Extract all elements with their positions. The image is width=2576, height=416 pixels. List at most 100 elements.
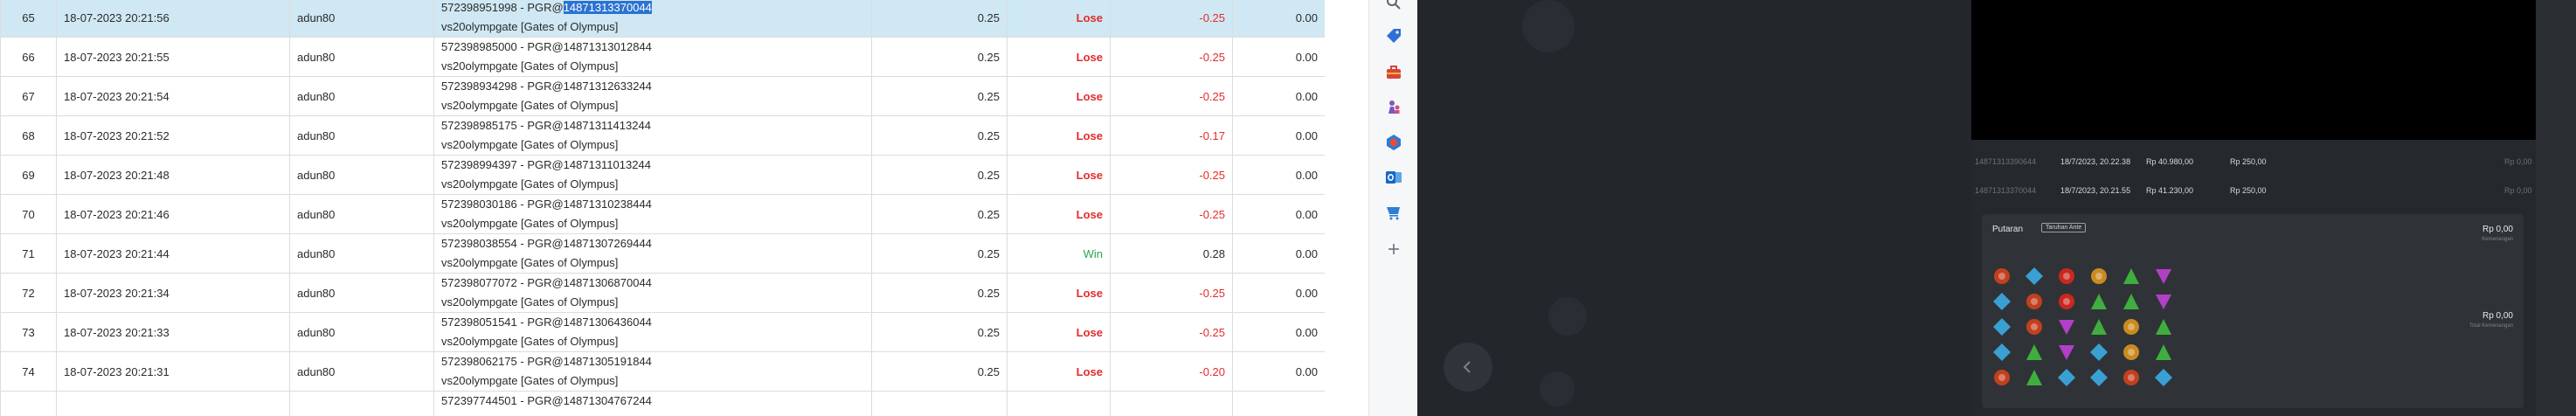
bet-id-line: 572398985175 - PGR@14871311413244 xyxy=(441,117,864,136)
browser-sidebar-toolbar xyxy=(1368,0,1418,416)
row-stake: 0.25 xyxy=(871,155,1008,195)
slot-symbol xyxy=(2154,317,2173,336)
slot-symbol xyxy=(2025,368,2044,387)
history-row[interactable]: 14871313390644 18/7/2023, 20.22.38 Rp 40… xyxy=(1971,149,2536,175)
slot-symbol xyxy=(1992,343,2012,362)
row-user: adun80 xyxy=(289,351,434,392)
row-user: adun80 xyxy=(289,155,434,195)
row-extra: 0.00 xyxy=(1232,351,1325,392)
table-row[interactable]: 73 18-07-2023 20:21:33 adun80 572398051541 … xyxy=(0,312,1325,352)
table-row[interactable]: 71 18-07-2023 20:21:44 adun80 572398038554 … xyxy=(0,233,1325,274)
game-name: vs20olympgate [Gates of Olympus] xyxy=(441,256,619,269)
slot-symbol xyxy=(2122,343,2141,362)
row-result: Lose xyxy=(1007,351,1111,392)
row-bet-id: 572397744501 - PGR@14871304767244 xyxy=(433,391,872,416)
slot-symbol xyxy=(2122,317,2141,336)
row-number: 72 xyxy=(0,273,57,313)
slot-symbol xyxy=(2154,343,2173,362)
toolbox-icon[interactable] xyxy=(1381,59,1407,86)
row-bet-id: 572398934298 - PGR@14871312633244 vs20oly… xyxy=(433,76,872,116)
right-edge-strip xyxy=(2536,0,2576,416)
row-extra: 0.00 xyxy=(1232,312,1325,352)
row-result: Lose xyxy=(1007,0,1111,38)
slot-symbol xyxy=(1992,317,2012,336)
row-date: 18-07-2023 20:21:31 xyxy=(56,351,290,392)
table-row[interactable]: 69 18-07-2023 20:21:48 adun80 572398994397 … xyxy=(0,155,1325,195)
round-id: 14871313370044 xyxy=(1975,186,2037,195)
dimmed-page-backdrop xyxy=(1417,0,1971,416)
row-date: 18-07-2023 20:21:55 xyxy=(56,37,290,77)
back-button[interactable] xyxy=(1444,343,1492,392)
bet-id-line: 572398051541 - PGR@14871306436044 xyxy=(441,314,864,333)
game-name: vs20olympgate [Gates of Olympus] xyxy=(441,374,619,387)
bet-history-table: 65 18-07-2023 20:21:56 adun80 572398951998 … xyxy=(0,0,1325,416)
row-number: 70 xyxy=(0,194,57,234)
search-icon[interactable] xyxy=(1381,0,1407,16)
row-user: adun80 xyxy=(289,312,434,352)
round-id: 14871313390644 xyxy=(1975,157,2037,166)
row-user: adun80 xyxy=(289,115,434,156)
row-stake xyxy=(871,391,1008,416)
row-number: 66 xyxy=(0,37,57,77)
row-bet-id: 572398051541 - PGR@14871306436044 vs20oly… xyxy=(433,312,872,352)
table-row[interactable]: 65 18-07-2023 20:21:56 adun80 572398951998 … xyxy=(0,0,1325,38)
selected-text-highlight: 14871313370044 xyxy=(563,1,652,14)
spin-total-label: Total Kemenangan xyxy=(2469,323,2513,329)
row-number: 67 xyxy=(0,76,57,116)
slot-symbol xyxy=(2122,292,2141,311)
row-date xyxy=(56,391,290,416)
bet-id-text: 572398051541 - PGR@14871306436044 xyxy=(441,315,652,329)
bet-id-text: 572398994397 - PGR@14871311013244 xyxy=(441,158,651,171)
row-win-loss: -0.25 xyxy=(1110,76,1233,116)
row-win-loss: 0.28 xyxy=(1110,233,1233,274)
slot-symbol xyxy=(2089,292,2109,311)
table-row[interactable]: 66 18-07-2023 20:21:55 adun80 572398985000 … xyxy=(0,37,1325,77)
chess-icon[interactable] xyxy=(1381,94,1407,121)
spin-detail-card: Putaran Taruhan Ante Rp 0,00 Kemenangan … xyxy=(1982,214,2524,408)
slot-symbol xyxy=(1992,267,2012,286)
row-result: Lose xyxy=(1007,115,1111,156)
office-icon[interactable] xyxy=(1381,129,1407,156)
row-win-loss: -0.25 xyxy=(1110,312,1233,352)
table-row[interactable]: 67 18-07-2023 20:21:54 adun80 572398934298 … xyxy=(0,76,1325,116)
round-bet: Rp 250,00 xyxy=(2230,186,2267,195)
ante-bet-chip: Taruhan Ante xyxy=(2041,223,2087,232)
row-win-loss: -0.25 xyxy=(1110,155,1233,195)
table-row[interactable]: 72 18-07-2023 20:21:34 adun80 572398077072 … xyxy=(0,273,1325,313)
bet-id-line: 572398985000 - PGR@14871313012844 xyxy=(441,38,864,58)
row-number: 69 xyxy=(0,155,57,195)
row-bet-id: 572398994397 - PGR@14871311013244 vs20oly… xyxy=(433,155,872,195)
round-date: 18/7/2023, 20.22.38 xyxy=(2060,157,2131,166)
row-win-loss: -0.17 xyxy=(1110,115,1233,156)
row-stake: 0.25 xyxy=(871,115,1008,156)
row-number: 74 xyxy=(0,351,57,392)
slot-symbol xyxy=(2089,317,2109,336)
row-date: 18-07-2023 20:21:44 xyxy=(56,233,290,274)
shopping-cart-icon[interactable] xyxy=(1381,199,1407,225)
plus-icon[interactable] xyxy=(1381,236,1407,262)
round-win: Rp 0,00 xyxy=(2504,186,2532,195)
slot-symbol xyxy=(2154,292,2173,311)
row-result: Lose xyxy=(1007,194,1111,234)
slot-symbol xyxy=(2057,368,2076,387)
table-row[interactable]: 572397744501 - PGR@14871304767244 xyxy=(0,391,1325,416)
table-row[interactable]: 74 18-07-2023 20:21:31 adun80 572398062175 … xyxy=(0,351,1325,392)
round-win: Rp 0,00 xyxy=(2504,157,2532,166)
row-date: 18-07-2023 20:21:33 xyxy=(56,312,290,352)
pane-gap xyxy=(1325,0,1368,416)
game-name: vs20olympgate [Gates of Olympus] xyxy=(441,138,619,151)
bet-id-text: 572398030186 - PGR@14871310238444 xyxy=(441,198,652,211)
row-user: adun80 xyxy=(289,37,434,77)
row-win-loss xyxy=(1110,391,1233,416)
row-stake: 0.25 xyxy=(871,37,1008,77)
outlook-icon[interactable] xyxy=(1381,164,1407,191)
bet-id-line: 572397744501 - PGR@14871304767244 xyxy=(441,392,864,412)
table-row[interactable]: 68 18-07-2023 20:21:52 adun80 572398985175 … xyxy=(0,115,1325,156)
row-user: adun80 xyxy=(289,273,434,313)
table-row[interactable]: 70 18-07-2023 20:21:46 adun80 572398030186 … xyxy=(0,194,1325,234)
row-extra: 0.00 xyxy=(1232,115,1325,156)
tag-icon[interactable] xyxy=(1381,23,1407,49)
slot-symbol xyxy=(2089,368,2109,387)
dim-ghost-circle xyxy=(1548,297,1587,336)
history-row[interactable]: 14871313370044 18/7/2023, 20.21.55 Rp 41… xyxy=(1971,177,2536,204)
